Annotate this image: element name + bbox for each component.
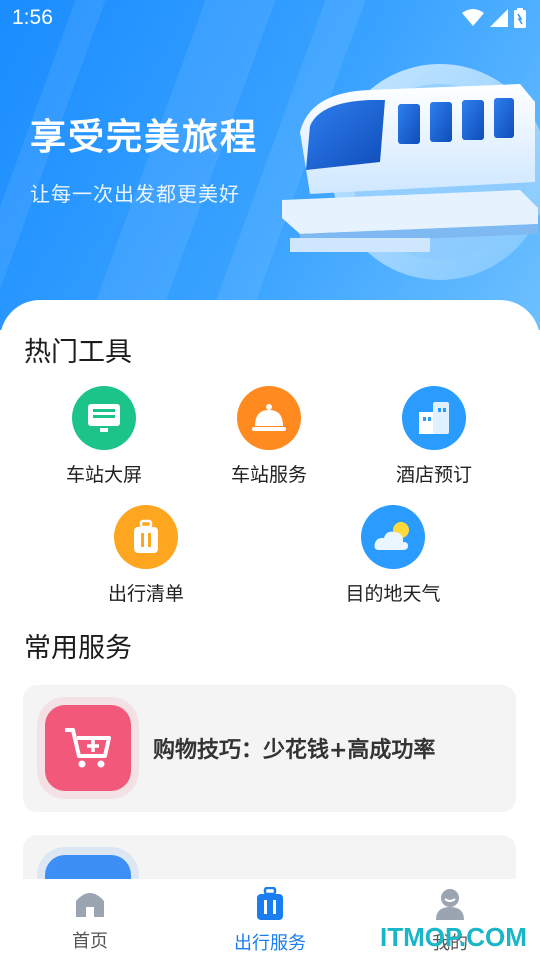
wifi-icon	[462, 9, 484, 26]
watermark: ITMOP.COM	[380, 922, 527, 952]
tool-station-service[interactable]: 车站服务	[189, 386, 349, 487]
hot-tools-title: 热门工具	[24, 337, 132, 368]
service-card-shopping-tips[interactable]: 购物技巧：少花钱+高成功率	[23, 685, 516, 812]
tool-hotel-booking[interactable]: 酒店预订	[354, 386, 514, 487]
common-services-title: 常用服务	[24, 633, 132, 664]
battery-icon	[514, 8, 526, 28]
luggage-icon	[114, 505, 178, 569]
tool-travel-checklist[interactable]: 出行清单	[66, 505, 226, 606]
tool-station-screen[interactable]: 车站大屏	[24, 386, 184, 487]
hotel-icon	[402, 386, 466, 450]
user-icon	[436, 889, 464, 920]
service-card-2[interactable]	[23, 835, 516, 880]
home-icon	[76, 893, 104, 917]
tab-travel-service[interactable]: 出行服务	[200, 886, 340, 955]
tool-label: 车站大屏	[65, 464, 142, 486]
hero-subtitle: 让每一次出发都更美好	[30, 182, 240, 206]
tab-home[interactable]: 首页	[20, 887, 160, 953]
shopping-cart-icon	[45, 705, 131, 791]
tool-destination-weather[interactable]: 目的地天气	[313, 505, 473, 606]
service-bell-icon	[237, 386, 301, 450]
blue-card-icon	[45, 855, 131, 880]
signal-icon	[490, 9, 508, 27]
screen-icon	[72, 386, 136, 450]
tab-label: 首页	[72, 931, 108, 952]
hero-banner: 1:56 享受完美旅程 让每一次出发都更美好	[0, 0, 540, 330]
tool-label: 车站服务	[230, 464, 307, 486]
content-panel: 热门工具 车站大屏 车站服务 酒店预订 出行清单 目的地天气 常用服务 购物技巧…	[0, 300, 540, 880]
tool-label: 酒店预订	[395, 464, 472, 486]
train-illustration	[282, 64, 540, 280]
status-bar: 1:56	[0, 0, 540, 38]
luggage-icon	[257, 886, 283, 920]
tab-label: 出行服务	[234, 933, 306, 954]
status-time: 1:56	[12, 6, 53, 29]
weather-icon	[361, 505, 425, 569]
service-card-label: 购物技巧：少花钱+高成功率	[153, 738, 436, 763]
tool-label: 出行清单	[107, 583, 184, 605]
hero-title: 享受完美旅程	[30, 117, 259, 158]
tool-label: 目的地天气	[345, 583, 441, 605]
